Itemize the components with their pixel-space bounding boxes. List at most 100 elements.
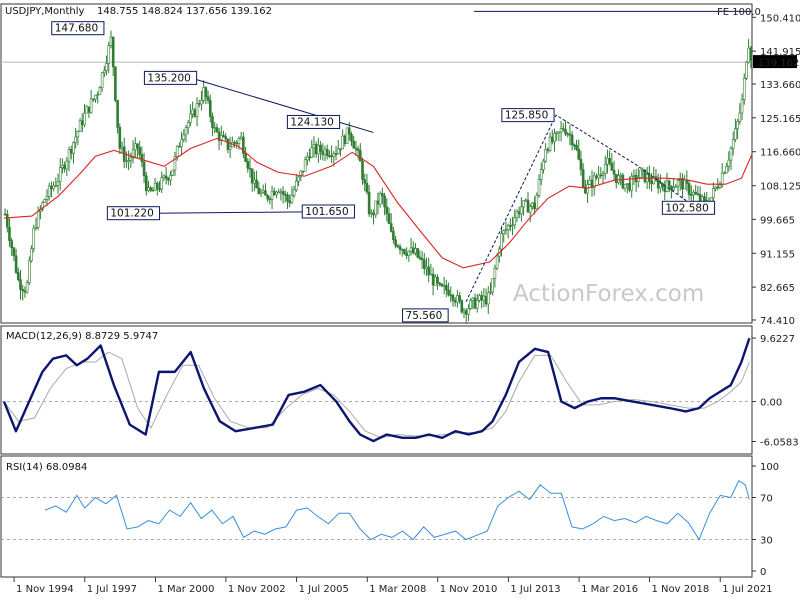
- candle-body: [89, 98, 93, 113]
- fe-label: FE 100.0: [717, 7, 761, 18]
- candle-body: [147, 187, 150, 192]
- candle-body: [323, 148, 327, 155]
- macd-tick-label: 9.6227: [760, 334, 795, 345]
- candle-body: [506, 225, 510, 230]
- candle-body: [537, 179, 541, 196]
- candle-body: [566, 133, 570, 136]
- candle-body: [515, 211, 519, 218]
- candle-body: [136, 143, 139, 148]
- candle-body: [396, 245, 400, 248]
- candle-body: [303, 159, 307, 172]
- candle-body: [61, 164, 64, 168]
- candle-body: [400, 249, 404, 251]
- candle-body: [745, 61, 748, 79]
- candle-body: [34, 227, 38, 229]
- candle-body: [144, 175, 148, 192]
- price-label: 124.130: [290, 116, 333, 128]
- candle-body: [28, 260, 31, 283]
- candle-body: [312, 144, 316, 149]
- candle-body: [103, 70, 106, 74]
- candle-body: [517, 211, 521, 215]
- price-label: 101.650: [305, 206, 348, 218]
- candle-body: [440, 284, 444, 287]
- chart-canvas: USDJPY,Monthly 148.755 148.824 137.656 1…: [0, 0, 800, 600]
- candle-body: [169, 175, 172, 181]
- candle-body: [23, 290, 27, 293]
- candle-body: [504, 229, 508, 231]
- candle-body: [469, 300, 472, 309]
- candle-body: [502, 230, 506, 235]
- candle-body: [330, 155, 333, 157]
- candle-body: [19, 279, 22, 290]
- candle-body: [8, 226, 11, 241]
- candle-body: [403, 249, 406, 254]
- candle-body: [125, 160, 128, 163]
- candle-body: [381, 193, 384, 197]
- candle-body: [211, 116, 214, 128]
- price-label: 101.220: [110, 208, 153, 220]
- candle-body: [118, 127, 122, 149]
- candle-body: [239, 136, 243, 140]
- x-tick-label: 1 Nov 2002: [228, 584, 286, 595]
- candle-body: [723, 172, 726, 175]
- candle-body: [279, 191, 283, 193]
- candle-body: [133, 143, 137, 151]
- candle-body: [588, 179, 592, 185]
- candle-body: [520, 206, 523, 215]
- candle-body: [138, 147, 141, 155]
- candle-body: [665, 180, 669, 192]
- candle-body: [171, 169, 175, 176]
- candle-body: [676, 180, 680, 187]
- candle-body: [411, 247, 415, 254]
- candle-body: [321, 151, 325, 155]
- candle-body: [449, 294, 453, 297]
- candle-body: [451, 295, 455, 301]
- candle-body: [235, 142, 239, 145]
- candle-body: [661, 183, 664, 187]
- candle-body: [52, 185, 55, 189]
- candle-body: [436, 276, 439, 284]
- candle-body: [608, 158, 611, 164]
- candle-body: [427, 266, 431, 276]
- candle-body: [63, 164, 66, 170]
- candle-body: [738, 112, 742, 122]
- current-price-marker: 139.162: [758, 58, 799, 69]
- price-label: 135.200: [147, 72, 190, 84]
- candle-body: [314, 144, 318, 155]
- candle-body: [557, 131, 561, 134]
- candle-body: [597, 174, 600, 179]
- price-label: 125.850: [505, 110, 548, 122]
- candle-body: [208, 100, 212, 117]
- candle-body: [456, 295, 459, 303]
- candle-body: [599, 174, 603, 177]
- rsi-tick-label: 30: [760, 536, 773, 547]
- candle-body: [36, 211, 40, 228]
- x-tick-label: 1 Nov 1994: [16, 584, 74, 595]
- candle-body: [742, 77, 746, 100]
- candle-body: [513, 217, 517, 226]
- candle-body: [30, 248, 33, 262]
- candle-body: [407, 250, 411, 256]
- candle-body: [213, 127, 216, 129]
- candle-body: [277, 191, 280, 194]
- candle-body: [195, 103, 199, 117]
- candle-body: [729, 147, 733, 161]
- candle-body: [663, 186, 667, 192]
- candle-body: [445, 285, 448, 291]
- candle-body: [109, 36, 113, 46]
- candle-body: [495, 255, 499, 269]
- macd-tick-label: -6.0583: [760, 437, 799, 448]
- candle-body: [92, 98, 95, 101]
- candle-body: [347, 127, 351, 135]
- candle-body: [259, 191, 263, 195]
- candle-body: [522, 200, 525, 208]
- candle-body: [378, 193, 382, 205]
- candle-body: [656, 179, 660, 189]
- candle-body: [202, 87, 205, 101]
- candle-body: [178, 145, 181, 148]
- candle-body: [392, 231, 395, 241]
- candle-body: [701, 196, 704, 202]
- candle-body: [246, 161, 250, 169]
- candle-body: [233, 141, 236, 144]
- candle-body: [310, 147, 314, 158]
